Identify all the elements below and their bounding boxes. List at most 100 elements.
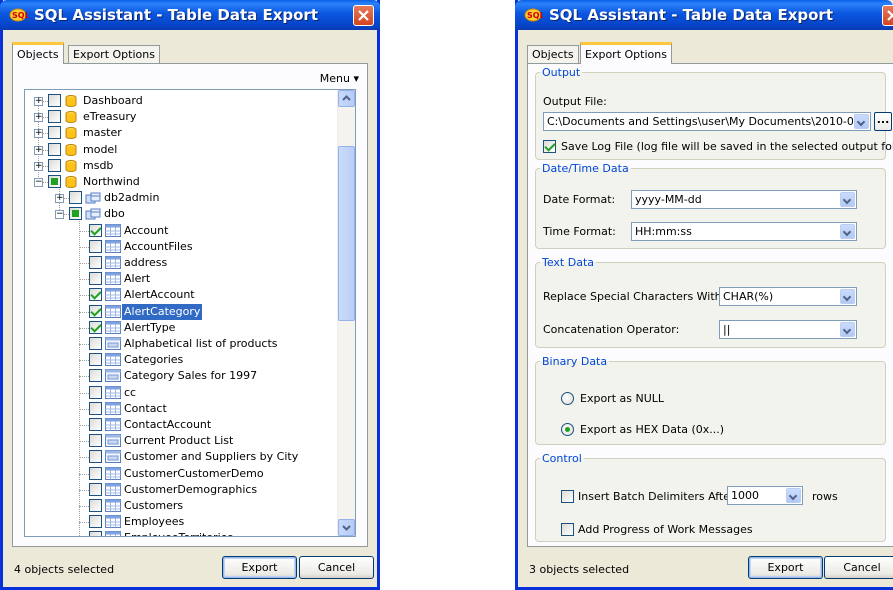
- tree-item[interactable]: Contact: [25, 401, 337, 417]
- expand-icon[interactable]: +: [34, 145, 43, 155]
- close-button[interactable]: [882, 5, 893, 26]
- tree-item[interactable]: address: [25, 255, 337, 271]
- dropdown-arrow-icon[interactable]: [786, 488, 801, 503]
- scroll-down-button[interactable]: [338, 519, 355, 536]
- tree-item[interactable]: Employees: [25, 514, 337, 530]
- output-file-combo[interactable]: C:\Documents and Settings\user\My Docume…: [543, 112, 871, 131]
- expand-icon[interactable]: +: [34, 113, 43, 123]
- date-format-combo[interactable]: yyyy-MM-dd: [631, 190, 857, 209]
- tree-item-checkbox[interactable]: [48, 175, 61, 188]
- tree-item-checkbox[interactable]: [89, 337, 102, 350]
- tree-item-checkbox[interactable]: [48, 94, 61, 107]
- tree-item-checkbox[interactable]: [89, 304, 102, 318]
- tree-item[interactable]: AlertAccount: [25, 287, 337, 303]
- tree-item[interactable]: AccountFiles: [25, 239, 337, 255]
- tree-item-checkbox[interactable]: [89, 531, 102, 536]
- tree-item[interactable]: EmployeeTerritories: [25, 530, 337, 536]
- tree-item[interactable]: − dbo: [25, 206, 337, 222]
- tree-item[interactable]: + db2admin: [25, 190, 337, 206]
- dropdown-arrow-icon[interactable]: [854, 114, 869, 129]
- tree-item-checkbox[interactable]: [89, 401, 102, 415]
- tree-item[interactable]: CustomerCustomerDemo: [25, 466, 337, 482]
- tree-item[interactable]: + model: [25, 142, 337, 158]
- export-button[interactable]: Export: [748, 556, 823, 579]
- tree-item-checkbox[interactable]: [89, 272, 102, 286]
- tree-item-checkbox[interactable]: [89, 434, 102, 448]
- tree-item-checkbox[interactable]: [89, 515, 102, 529]
- expand-icon[interactable]: +: [55, 194, 64, 204]
- tree-item[interactable]: Alphabetical list of products: [25, 336, 337, 352]
- tree-item-checkbox[interactable]: [89, 239, 102, 253]
- dropdown-arrow-icon[interactable]: [840, 289, 855, 304]
- tree-item-checkbox[interactable]: [48, 110, 61, 124]
- expand-icon[interactable]: +: [34, 129, 43, 139]
- dropdown-arrow-icon[interactable]: [840, 322, 855, 337]
- tree-item-checkbox[interactable]: [89, 288, 102, 302]
- tab-export-options[interactable]: Export Options: [580, 42, 672, 64]
- text-data-legend: Text Data: [542, 256, 595, 269]
- tree-item[interactable]: + msdb: [25, 158, 337, 174]
- status-text: 3 objects selected: [529, 563, 630, 576]
- tree-item[interactable]: Customers: [25, 498, 337, 514]
- tree-item-checkbox[interactable]: [89, 499, 102, 512]
- object-tree[interactable]: + Dashboard + eTreasury + master + model + msdb − N…: [24, 89, 356, 537]
- time-format-combo[interactable]: HH:mm:ss: [631, 222, 857, 241]
- browse-button[interactable]: ...: [874, 112, 892, 131]
- tree-item[interactable]: cc: [25, 385, 337, 401]
- menu-button[interactable]: Menu ▾: [320, 72, 359, 85]
- batch-delimiters-checkbox[interactable]: [561, 490, 574, 503]
- save-log-checkbox[interactable]: [543, 140, 556, 153]
- tree-item[interactable]: Current Product List: [25, 433, 337, 449]
- tree-item-checkbox[interactable]: [89, 385, 102, 399]
- tree-item[interactable]: CustomerDemographics: [25, 482, 337, 498]
- tree-item-checkbox[interactable]: [69, 207, 82, 221]
- tree-item-checkbox[interactable]: [48, 126, 61, 140]
- close-button[interactable]: [353, 5, 374, 26]
- tree-item[interactable]: Category Sales for 1997: [25, 368, 337, 384]
- progress-messages-checkbox[interactable]: [561, 523, 574, 536]
- tree-item[interactable]: + Dashboard: [25, 93, 337, 109]
- tree-item-checkbox[interactable]: [89, 482, 102, 496]
- expand-icon[interactable]: +: [34, 161, 43, 171]
- tree-item[interactable]: AlertType: [25, 320, 337, 336]
- tree-item-checkbox[interactable]: [69, 191, 82, 205]
- collapse-icon[interactable]: −: [55, 210, 64, 220]
- concat-operator-combo[interactable]: ||: [719, 320, 857, 339]
- tree-item-checkbox[interactable]: [89, 450, 102, 464]
- replace-chars-combo[interactable]: CHAR(%): [719, 287, 857, 306]
- dropdown-arrow-icon[interactable]: [840, 192, 855, 207]
- tree-item[interactable]: Categories: [25, 352, 337, 368]
- tab-objects[interactable]: Objects: [527, 45, 579, 64]
- tab-objects[interactable]: Objects: [12, 42, 64, 64]
- tree-item[interactable]: + master: [25, 125, 337, 141]
- tree-item[interactable]: Account: [25, 223, 337, 239]
- scroll-up-button[interactable]: [338, 90, 355, 107]
- scroll-thumb[interactable]: [338, 146, 355, 321]
- expand-icon[interactable]: +: [34, 97, 43, 106]
- collapse-icon[interactable]: −: [34, 178, 43, 187]
- tree-item-checkbox[interactable]: [48, 158, 61, 172]
- tree-scrollbar[interactable]: [337, 90, 355, 536]
- tree-item-checkbox[interactable]: [89, 256, 102, 269]
- cancel-button[interactable]: Cancel: [824, 556, 893, 579]
- tree-item[interactable]: ContactAccount: [25, 417, 337, 433]
- tree-item-checkbox[interactable]: [89, 369, 102, 383]
- batch-size-combo[interactable]: 1000: [727, 486, 803, 505]
- tree-item[interactable]: − Northwind: [25, 174, 337, 190]
- tree-item-checkbox[interactable]: [89, 223, 102, 237]
- tree-item[interactable]: + eTreasury: [25, 109, 337, 125]
- tree-item[interactable]: AlertCategory: [25, 303, 337, 320]
- tree-item-checkbox[interactable]: [89, 418, 102, 431]
- tree-item[interactable]: Alert: [25, 271, 337, 287]
- tree-item-checkbox[interactable]: [89, 353, 102, 367]
- dropdown-arrow-icon[interactable]: [840, 224, 855, 239]
- cancel-button[interactable]: Cancel: [299, 556, 374, 579]
- tree-item-checkbox[interactable]: [89, 466, 102, 480]
- tab-export-options[interactable]: Export Options: [68, 45, 160, 64]
- export-hex-radio[interactable]: [561, 423, 574, 436]
- export-null-radio[interactable]: [561, 392, 574, 405]
- tree-item-checkbox[interactable]: [48, 142, 61, 156]
- tree-item[interactable]: Customer and Suppliers by City: [25, 449, 337, 465]
- tree-item-checkbox[interactable]: [89, 320, 102, 334]
- export-button[interactable]: Export: [222, 556, 297, 579]
